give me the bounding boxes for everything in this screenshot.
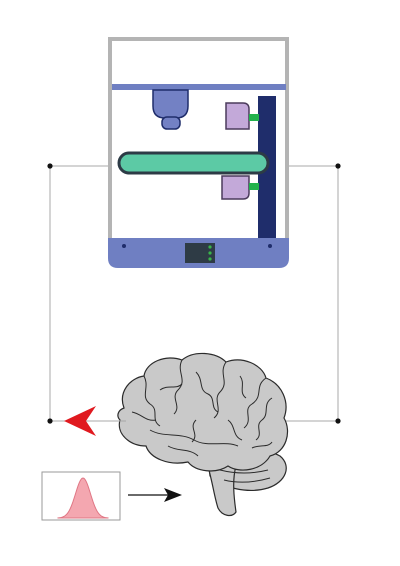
head-nozzle: [161, 116, 181, 130]
display-led-1: [208, 245, 212, 249]
black-arrow-icon: [128, 488, 182, 502]
head-body: [152, 89, 189, 119]
diagram-svg: [41, 37, 341, 521]
brain-icon: [117, 352, 289, 517]
base-screw-left: [122, 244, 126, 248]
brain-cerebrum: [117, 352, 289, 472]
display-led-2: [208, 251, 212, 255]
connector-upper: [249, 114, 259, 121]
device-top-rail: [112, 84, 286, 90]
gaussian-distribution-icon: [41, 471, 121, 521]
node-top-left: [47, 163, 53, 169]
pad-lower: [221, 175, 250, 200]
node-top-right: [335, 163, 341, 169]
base-screw-right: [268, 244, 272, 248]
diagram-canvas: [0, 0, 400, 566]
pad-upper: [225, 102, 250, 130]
lab-device-icon: [108, 37, 289, 268]
display-led-3: [208, 257, 212, 261]
node-bottom-left: [47, 418, 53, 424]
device-bar: [117, 151, 270, 175]
node-bottom-right: [335, 418, 341, 424]
connector-lower: [249, 183, 259, 190]
